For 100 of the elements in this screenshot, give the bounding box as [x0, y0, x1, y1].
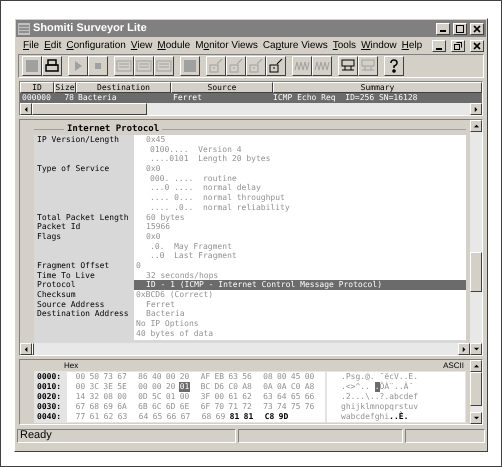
hex-byte[interactable]: 66: [166, 412, 177, 422]
hex-byte[interactable]: 00: [276, 372, 288, 382]
menu-item[interactable]: File: [23, 41, 40, 51]
column-header[interactable]: ID: [20, 82, 54, 93]
hex-byte[interactable]: BC: [200, 382, 211, 392]
hex-byte[interactable]: 72: [242, 402, 252, 412]
hex-byte[interactable]: 70: [214, 402, 225, 412]
hex-byte[interactable]: 61: [228, 392, 239, 402]
hex-byte[interactable]: 0D: [138, 392, 148, 402]
hex-byte[interactable]: 08: [262, 372, 274, 382]
hex-byte[interactable]: 81: [229, 412, 240, 422]
field-value[interactable]: 0xBCD6 (Correct): [134, 290, 466, 300]
hex-byte[interactable]: 00: [165, 372, 176, 382]
field-value[interactable]: 0x45: [134, 135, 466, 145]
hex-byte[interactable]: 3C: [88, 382, 100, 392]
menu-item[interactable]: Help: [402, 41, 422, 51]
hex-byte[interactable]: 00: [75, 382, 86, 392]
field-value[interactable]: 0100.... Version 4: [134, 144, 466, 154]
hex-byte[interactable]: 20: [179, 372, 190, 382]
hex-byte[interactable]: 45: [290, 372, 302, 382]
hex-byte[interactable]: AF: [200, 372, 211, 382]
hex-byte[interactable]: 69: [215, 412, 226, 422]
hex-byte[interactable]: 01: [165, 392, 176, 402]
field-value[interactable]: ...0 .... normal delay: [134, 183, 466, 194]
menu-item[interactable]: Configuration: [66, 41, 126, 51]
field-value[interactable]: 15966: [134, 222, 466, 232]
field-value[interactable]: ..0 Last Fragment: [134, 251, 466, 261]
hex-byte[interactable]: 6C: [151, 402, 162, 412]
hex-byte[interactable]: 64: [138, 412, 149, 422]
hex-byte[interactable]: 66: [304, 392, 315, 402]
menu-item[interactable]: Monitor Views: [195, 41, 258, 51]
field-value[interactable]: .0. May Fragment: [134, 242, 466, 252]
hex-byte[interactable]: 81: [243, 412, 254, 422]
hex-byte[interactable]: 62: [242, 392, 252, 402]
field-value[interactable]: 000. .... routine: [134, 174, 466, 184]
hex-byte[interactable]: 67: [180, 412, 191, 422]
hex-byte[interactable]: C8: [264, 412, 275, 422]
hex-byte[interactable]: 6B: [138, 402, 148, 412]
hex-byte[interactable]: C0: [290, 382, 302, 392]
hex-byte[interactable]: 67: [116, 372, 128, 382]
hex-byte[interactable]: 00: [138, 382, 148, 392]
hex-byte[interactable]: 00: [75, 372, 86, 382]
hex-byte[interactable]: 0A: [262, 382, 274, 392]
hex-byte[interactable]: 00: [116, 392, 128, 402]
hex-byte[interactable]: 62: [103, 412, 114, 422]
hex-byte[interactable]: 08: [102, 392, 114, 402]
hex-byte[interactable]: 40: [151, 372, 162, 382]
hex-byte[interactable]: 71: [228, 402, 239, 412]
menu-item[interactable]: Window: [361, 41, 397, 51]
field-value[interactable]: 0x0: [134, 164, 466, 174]
hex-byte[interactable]: 61: [89, 412, 100, 422]
field-value[interactable]: ....0101 Length 20 bytes: [134, 154, 466, 164]
hex-byte[interactable]: D6: [214, 382, 225, 392]
hex-byte[interactable]: 73: [262, 402, 274, 412]
hex-byte[interactable]: A8: [304, 382, 315, 392]
hex-byte[interactable]: 73: [102, 372, 114, 382]
hex-byte[interactable]: 00: [214, 392, 225, 402]
field-value[interactable]: 40 bytes of data: [134, 328, 466, 339]
field-value[interactable]: Ferret: [134, 300, 466, 310]
hex-byte[interactable]: 6A: [116, 402, 128, 412]
hex-byte[interactable]: 68: [88, 402, 100, 412]
hex-byte[interactable]: 86: [138, 372, 148, 382]
field-value[interactable]: 32 seconds/hops: [134, 270, 466, 280]
hex-byte[interactable]: 32: [88, 392, 100, 402]
packet-row[interactable]: 000000 78 Bacteria Ferret ICMP Echo Req ID=256 SN=16128: [20, 93, 482, 103]
hex-byte[interactable]: 64: [276, 392, 288, 402]
hex-byte[interactable]: 5E: [116, 382, 128, 392]
hex-byte[interactable]: 14: [75, 392, 86, 402]
menu-item[interactable]: Module: [157, 41, 190, 51]
field-value[interactable]: .... .0.. normal reliability: [134, 202, 466, 212]
hex-byte[interactable]: 75: [290, 402, 302, 412]
hex-byte[interactable]: 01: [179, 382, 190, 392]
hex-byte[interactable]: 3E: [102, 382, 114, 392]
field-value[interactable]: 0x0: [134, 232, 466, 242]
hex-byte[interactable]: 63: [117, 412, 128, 422]
hex-byte[interactable]: C0: [228, 382, 239, 392]
hex-byte[interactable]: 6E: [179, 402, 190, 412]
hex-byte[interactable]: 20: [165, 382, 176, 392]
field-value[interactable]: ID - 1 (ICMP - Internet Control Message Protocol): [134, 280, 466, 290]
hex-byte[interactable]: 65: [290, 392, 302, 402]
hex-byte[interactable]: 5C: [151, 392, 162, 402]
field-value[interactable]: No IP Options: [134, 319, 466, 329]
menu-item[interactable]: Edit: [44, 41, 62, 51]
menu-item[interactable]: Capture Views: [262, 41, 328, 51]
column-header[interactable]: Summary: [273, 82, 482, 93]
field-value[interactable]: 0: [134, 260, 466, 271]
field-value[interactable]: Bacteria: [134, 309, 466, 320]
hex-byte[interactable]: 6F: [200, 402, 211, 412]
hex-byte[interactable]: 76: [304, 402, 315, 412]
hex-byte[interactable]: 56: [242, 372, 252, 382]
hex-byte[interactable]: 68: [201, 412, 212, 422]
hex-byte[interactable]: 50: [88, 372, 100, 382]
hex-byte[interactable]: 74: [276, 402, 288, 412]
hex-byte[interactable]: 00: [151, 382, 162, 392]
hex-byte[interactable]: 6D: [165, 402, 176, 412]
hex-byte[interactable]: EB: [214, 372, 225, 382]
hex-byte[interactable]: 77: [75, 412, 86, 422]
column-header[interactable]: Size: [54, 82, 76, 93]
menu-item[interactable]: Tools: [332, 41, 356, 51]
hex-byte[interactable]: 69: [102, 402, 114, 412]
